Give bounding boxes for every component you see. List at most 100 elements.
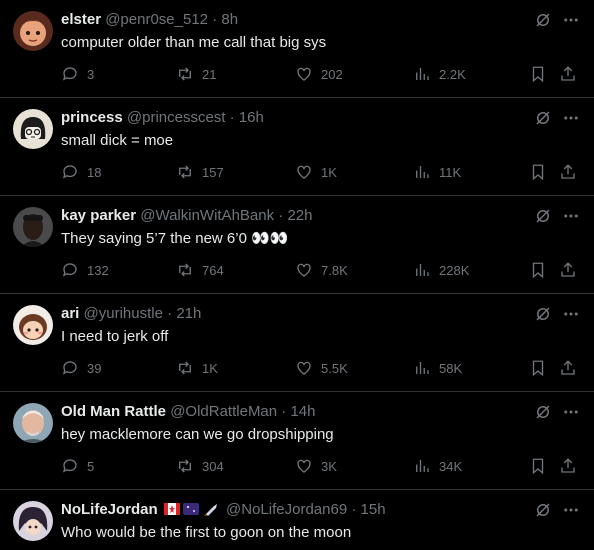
- reply-button[interactable]: 3: [61, 64, 94, 84]
- avatar[interactable]: [13, 501, 53, 541]
- like-count: 1K: [321, 164, 337, 180]
- grok-icon[interactable]: [534, 207, 552, 225]
- repost-count: 21: [202, 66, 217, 82]
- more-icon[interactable]: [562, 305, 580, 323]
- repost-button[interactable]: 21: [176, 64, 216, 84]
- repost-button[interactable]: 304: [176, 456, 224, 476]
- timestamp[interactable]: 14h: [290, 403, 315, 420]
- like-icon: [297, 263, 311, 277]
- like-icon: [297, 165, 311, 179]
- view-count: 58K: [439, 360, 463, 376]
- repost-button[interactable]: 764: [176, 260, 224, 280]
- bookmark-button[interactable]: [529, 162, 547, 182]
- bookmark-icon: [532, 458, 544, 475]
- timestamp[interactable]: 8h: [221, 11, 238, 28]
- display-name[interactable]: ari: [61, 305, 79, 322]
- user-handle[interactable]: @penr0se_512: [105, 11, 208, 28]
- timestamp[interactable]: 15h: [361, 501, 386, 518]
- repost-icon: [179, 459, 191, 473]
- bookmark-icon: [532, 360, 544, 377]
- like-button[interactable]: 7.8K: [295, 260, 348, 280]
- share-button[interactable]: [559, 162, 577, 182]
- bookmark-button[interactable]: [529, 260, 547, 280]
- display-name[interactable]: Old Man Rattle: [61, 403, 166, 420]
- avatar[interactable]: [13, 403, 53, 443]
- more-icon[interactable]: [562, 501, 580, 519]
- user-handle[interactable]: @OldRattleMan: [170, 403, 277, 420]
- user-handle[interactable]: @NoLifeJordan69: [226, 501, 347, 518]
- reply-icon: [62, 263, 77, 277]
- tweet[interactable]: princess @princesscest · 16h small dick …: [0, 98, 594, 196]
- avatar[interactable]: [13, 305, 53, 345]
- views-button[interactable]: 2.2K: [413, 64, 466, 84]
- views-icon: [416, 166, 429, 178]
- timestamp[interactable]: 21h: [176, 305, 201, 322]
- views-button[interactable]: 58K: [413, 358, 462, 378]
- display-name[interactable]: NoLifeJordan: [61, 501, 158, 518]
- bookmark-button[interactable]: [529, 64, 547, 84]
- grok-icon[interactable]: [534, 501, 552, 519]
- tweet-actions: 39 1K 5.5K 58K: [61, 358, 581, 378]
- tweet[interactable]: elster @penr0se_512 · 8h computer older …: [0, 0, 594, 98]
- share-button[interactable]: [559, 260, 577, 280]
- like-count: 3K: [321, 458, 337, 474]
- tweet[interactable]: Old Man Rattle @OldRattleMan · 14h hey m…: [0, 392, 594, 490]
- bookmark-icon: [532, 262, 544, 279]
- grok-icon[interactable]: [534, 11, 552, 29]
- more-icon[interactable]: [562, 11, 580, 29]
- reply-button[interactable]: 39: [61, 358, 101, 378]
- tweet-actions: 5 304 3K 34K: [61, 456, 581, 476]
- tweet[interactable]: kay parker @WalkinWitAhBank · 22h They s…: [0, 196, 594, 294]
- timestamp[interactable]: 16h: [239, 109, 264, 126]
- reply-count: 39: [87, 360, 102, 376]
- separator-dot: ·: [278, 207, 284, 224]
- bookmark-button[interactable]: [529, 456, 547, 476]
- tweet[interactable]: NoLifeJordan @NoLifeJordan69 · 15h Who w…: [0, 490, 594, 550]
- repost-button[interactable]: 157: [176, 162, 224, 182]
- reply-button[interactable]: 18: [61, 162, 101, 182]
- avatar[interactable]: [13, 207, 53, 247]
- reply-button[interactable]: 132: [61, 260, 109, 280]
- share-button[interactable]: [559, 64, 577, 84]
- separator-dot: ·: [167, 305, 173, 322]
- timestamp[interactable]: 22h: [287, 207, 312, 224]
- views-icon: [416, 68, 429, 80]
- user-handle[interactable]: @yurihustle: [84, 305, 163, 322]
- grok-icon[interactable]: [534, 305, 552, 323]
- reply-count: 5: [87, 458, 95, 474]
- tweet-header: elster @penr0se_512 · 8h: [61, 10, 238, 30]
- repost-button[interactable]: 1K: [176, 358, 218, 378]
- repost-icon: [179, 263, 191, 277]
- views-button[interactable]: 228K: [413, 260, 469, 280]
- share-button[interactable]: [559, 456, 577, 476]
- user-handle[interactable]: @WalkinWitAhBank: [140, 207, 274, 224]
- display-name[interactable]: elster: [61, 11, 101, 28]
- avatar[interactable]: [13, 11, 53, 51]
- views-button[interactable]: 11K: [413, 162, 461, 182]
- grok-icon[interactable]: [534, 109, 552, 127]
- more-icon[interactable]: [562, 109, 580, 127]
- tweet-text: computer older than me call that big sys: [61, 34, 327, 51]
- tweet[interactable]: ari @yurihustle · 21h I need to jerk off…: [0, 294, 594, 392]
- avatar[interactable]: [13, 109, 53, 149]
- tweet-text: hey macklemore can we go dropshipping: [61, 426, 334, 443]
- timeline-feed: elster @penr0se_512 · 8h computer older …: [0, 0, 594, 550]
- like-button[interactable]: 1K: [295, 162, 337, 182]
- user-handle[interactable]: @princesscest: [127, 109, 226, 126]
- views-button[interactable]: 34K: [413, 456, 462, 476]
- like-count: 5.5K: [321, 360, 348, 376]
- more-icon[interactable]: [562, 403, 580, 421]
- reply-icon: [62, 361, 77, 375]
- more-icon[interactable]: [562, 207, 580, 225]
- reply-button[interactable]: 5: [61, 456, 94, 476]
- like-button[interactable]: 202: [295, 64, 343, 84]
- like-button[interactable]: 3K: [295, 456, 337, 476]
- share-button[interactable]: [559, 358, 577, 378]
- grok-icon[interactable]: [534, 403, 552, 421]
- like-button[interactable]: 5.5K: [295, 358, 348, 378]
- display-name[interactable]: princess: [61, 109, 123, 126]
- bookmark-button[interactable]: [529, 358, 547, 378]
- display-name[interactable]: kay parker: [61, 207, 136, 224]
- repost-count: 764: [202, 262, 224, 278]
- repost-icon: [179, 361, 191, 375]
